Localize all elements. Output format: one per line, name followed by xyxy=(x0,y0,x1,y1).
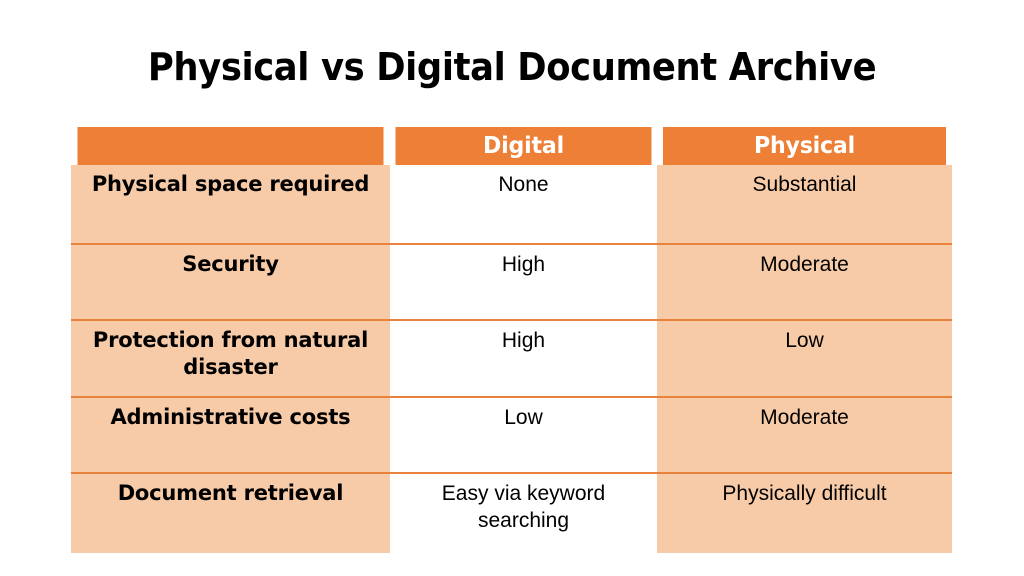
cell-physical: Low xyxy=(657,320,952,398)
cell-physical: Substantial xyxy=(657,165,952,245)
cell-digital: Low xyxy=(390,397,657,474)
page-title: Physical vs Digital Document Archive xyxy=(147,45,877,89)
table-row: Administrative costs Low Moderate xyxy=(71,397,952,474)
cell-criterion: Document retrieval xyxy=(71,473,390,553)
cell-digital: High xyxy=(390,244,657,321)
column-header-digital: Digital xyxy=(395,127,652,165)
cell-physical: Moderate xyxy=(657,244,952,321)
table-header-row: Digital Physical xyxy=(71,127,952,165)
cell-digital: Easy via keyword searching xyxy=(390,473,657,553)
cell-criterion: Physical space required xyxy=(71,165,390,245)
comparison-table: Digital Physical Physical space required… xyxy=(71,127,952,553)
table-row: Physical space required None Substantial xyxy=(71,165,952,245)
cell-digital: High xyxy=(390,320,657,398)
table-row: Protection from natural disaster High Lo… xyxy=(71,320,952,398)
cell-criterion: Administrative costs xyxy=(71,397,390,474)
comparison-table-container: Digital Physical Physical space required… xyxy=(71,127,952,553)
cell-physical: Physically difficult xyxy=(657,473,952,553)
table-row: Security High Moderate xyxy=(71,244,952,321)
column-header-physical: Physical xyxy=(662,127,947,165)
cell-criterion: Security xyxy=(71,244,390,321)
table-header: Digital Physical xyxy=(71,127,952,165)
cell-criterion: Protection from natural disaster xyxy=(71,320,390,398)
table-body: Physical space required None Substantial… xyxy=(71,165,952,553)
cell-digital: None xyxy=(390,165,657,245)
slide: Physical vs Digital Document Archive Dig… xyxy=(0,0,1024,576)
table-row: Document retrieval Easy via keyword sear… xyxy=(71,473,952,553)
cell-physical: Moderate xyxy=(657,397,952,474)
column-header-criterion xyxy=(77,127,384,165)
